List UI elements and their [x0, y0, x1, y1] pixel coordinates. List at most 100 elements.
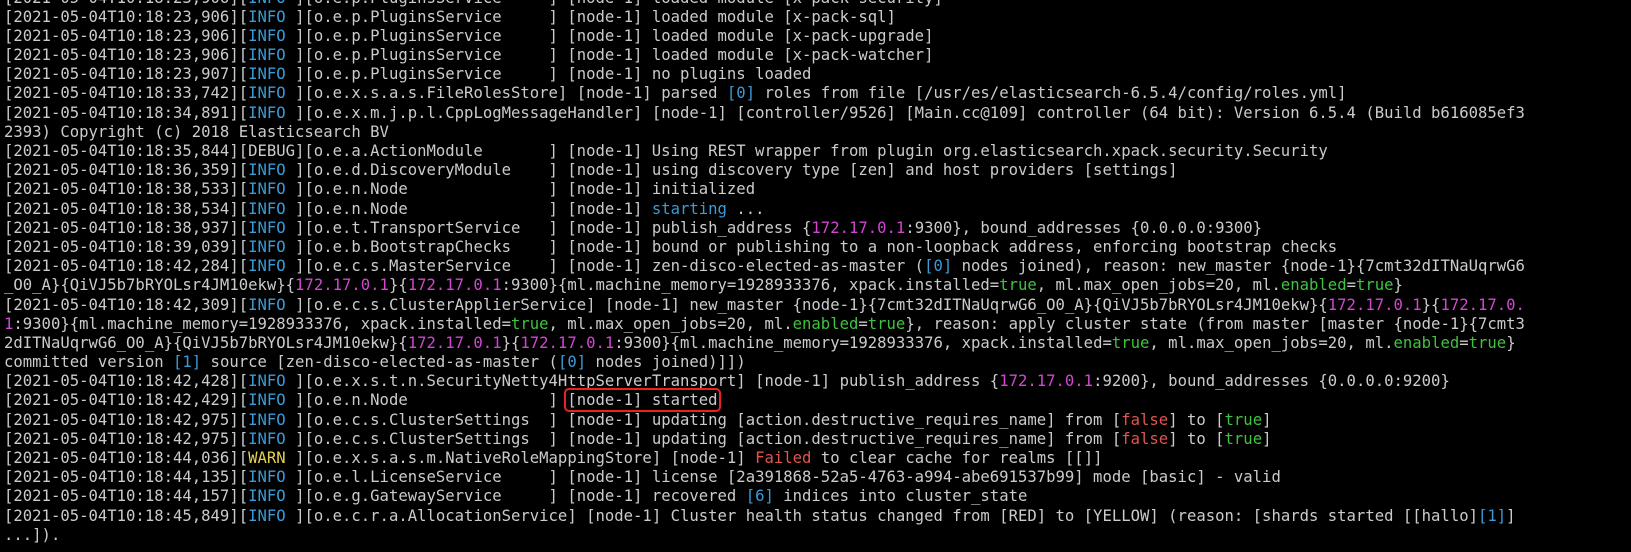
log-segment: }, reason: apply cluster state (from mas… — [905, 314, 1525, 333]
log-segment: INFO — [248, 7, 296, 26]
log-segment: [2021-05-04T10:18:34,891][ — [4, 103, 249, 122]
log-segment: INFO — [248, 487, 296, 506]
log-segment: [2021-05-04T10:18:36,359][ — [4, 161, 249, 180]
log-segment: enabled — [1393, 333, 1460, 352]
log-segment: INFO — [248, 391, 296, 410]
log-segment: ][o.e.x.s.t.n.SecurityNetty4HttpServerTr… — [295, 372, 1000, 391]
log-segment: 172.17.0.1 — [407, 333, 502, 352]
log-segment: [2021-05-04T10:18:38,937][ — [4, 218, 249, 237]
log-segment: INFO — [248, 257, 296, 276]
log-segment: ] — [1262, 410, 1272, 429]
log-segment: [2021-05-04T10:18:33,742][ — [4, 84, 249, 103]
log-line: [2021-05-04T10:18:42,975][INFO ][o.e.c.s… — [4, 430, 1525, 449]
log-segment: :9200}, bound_addresses {0.0.0.0:9200} — [1093, 372, 1450, 391]
log-segment: source [zen-disco-elected-as-master ( — [201, 353, 558, 372]
log-line: [2021-05-04T10:18:44,157][INFO ][o.e.g.G… — [4, 487, 1525, 506]
log-segment: INFO — [248, 161, 296, 180]
log-line: [2021-05-04T10:18:23,906][INFO ][o.e.p.P… — [4, 0, 1525, 8]
log-segment: [0] — [924, 257, 953, 276]
log-segment: [2021-05-04T10:18:42,975][ — [4, 410, 249, 429]
log-segment: ][o.e.x.s.a.s.m.NativeRoleMappingStore] … — [295, 449, 756, 467]
log-segment: = — [1459, 333, 1469, 352]
log-segment: ][o.e.b.BootstrapChecks ] [node-1] bound… — [295, 237, 1338, 256]
log-segment: ][o.e.p.PluginsService ] [node-1] loaded… — [295, 0, 943, 7]
terminal-window[interactable]: [2021-05-04T10:18:23,906][INFO ][o.e.p.P… — [0, 0, 1631, 552]
log-segment: [2021-05-04T10:18:38,533][ — [4, 180, 249, 199]
log-segment: enabled — [792, 314, 859, 333]
log-segment: INFO — [248, 372, 296, 391]
log-line: [2021-05-04T10:18:23,906][INFO ][o.e.p.P… — [4, 46, 1525, 65]
log-line: [2021-05-04T10:18:44,036][WARN ][o.e.x.s… — [4, 449, 1525, 468]
log-segment: ][o.e.n.Node ] [node-1] initialized — [295, 180, 756, 199]
log-segment: }{ — [501, 333, 521, 352]
log-segment: INFO — [248, 65, 296, 84]
log-segment: [2021-05-04T10:18:44,036][ — [4, 449, 249, 467]
log-segment: ][o.e.t.TransportService ] [node-1] publ… — [295, 218, 812, 237]
log-segment: 172.17.0. — [1440, 295, 1525, 314]
log-output: [2021-05-04T10:18:23,906][INFO ][o.e.p.P… — [4, 0, 1525, 545]
log-segment: true — [1111, 333, 1150, 352]
log-segment: [2021-05-04T10:18:23,906][ — [4, 26, 249, 45]
log-segment: [2021-05-04T10:18:35,844][DEBUG][o.e.a.A… — [4, 142, 1328, 160]
log-segment: ][o.e.x.m.j.p.l.CppLogMessageHandler] [n… — [295, 103, 1525, 122]
log-segment: [6] — [745, 487, 774, 506]
log-segment: INFO — [248, 237, 296, 256]
log-segment: ][o.e.c.s.ClusterSettings ] [node-1] upd… — [295, 429, 1122, 448]
log-segment: INFO — [248, 295, 296, 314]
log-segment: 2393) Copyright (c) 2018 Elasticsearch B… — [4, 122, 389, 141]
log-segment: ][o.e.g.GatewayService ] [node-1] recove… — [295, 487, 746, 506]
log-line: [2021-05-04T10:18:23,906][INFO ][o.e.p.P… — [4, 27, 1525, 46]
log-segment: [2021-05-04T10:18:39,039][ — [4, 237, 249, 256]
log-line: [2021-05-04T10:18:34,891][INFO ][o.e.x.m… — [4, 104, 1525, 123]
log-line: [2021-05-04T10:18:42,429][INFO ][o.e.n.N… — [4, 388, 1525, 413]
log-segment: :9300}, bound_addresses {0.0.0.0:9300} — [905, 218, 1263, 237]
log-segment: , ml.max_open_jobs=20, ml. — [548, 314, 793, 333]
log-line: [2021-05-04T10:18:23,907][INFO ][o.e.p.P… — [4, 65, 1525, 84]
log-line: 2dITNaUqrwG6_O0_A}{QiVJ5b7bRYOLsr4JM10ek… — [4, 334, 1525, 353]
log-line: [2021-05-04T10:18:36,359][INFO ][o.e.d.D… — [4, 161, 1525, 180]
log-line: [2021-05-04T10:18:38,533][INFO ][o.e.n.N… — [4, 180, 1525, 199]
log-line: 2393) Copyright (c) 2018 Elasticsearch B… — [4, 123, 1525, 142]
log-segment: to clear cache for realms [[]] — [811, 449, 1103, 467]
log-segment: [2021-05-04T10:18:42,284][ — [4, 257, 249, 276]
log-line: [2021-05-04T10:18:38,534][INFO ][o.e.n.N… — [4, 200, 1525, 219]
log-segment: Failed — [755, 449, 812, 467]
log-line: [2021-05-04T10:18:33,742][INFO ][o.e.x.s… — [4, 84, 1525, 103]
log-segment: [2021-05-04T10:18:42,429][ — [4, 391, 249, 410]
log-segment: INFO — [248, 199, 296, 218]
log-segment: ] to [ — [1168, 429, 1225, 448]
log-segment: ][o.e.d.DiscoveryModule ] [node-1] using… — [295, 161, 1178, 180]
log-segment: [0] — [726, 84, 756, 103]
log-segment: = — [1346, 276, 1356, 295]
log-line: [2021-05-04T10:18:42,428][INFO ][o.e.x.s… — [4, 372, 1525, 391]
log-line: [2021-05-04T10:18:38,937][INFO ][o.e.t.T… — [4, 219, 1525, 238]
log-line: [2021-05-04T10:18:42,284][INFO ][o.e.c.s… — [4, 257, 1525, 276]
highlighted-log-text: [node-1] started — [564, 388, 721, 413]
log-segment: 172.17.0.1 — [520, 333, 615, 352]
log-line: [2021-05-04T10:18:44,135][INFO ][o.e.l.L… — [4, 468, 1525, 487]
log-segment: ... — [726, 199, 765, 218]
log-segment: ] — [1262, 429, 1272, 448]
log-segment: ][o.e.l.LicenseService ] [node-1] licens… — [295, 468, 1281, 487]
log-segment: [2021-05-04T10:18:38,534][ — [4, 199, 249, 218]
log-segment: }{ — [388, 276, 408, 295]
log-segment: [2021-05-04T10:18:23,907][ — [4, 65, 249, 84]
log-segment: INFO — [248, 468, 296, 487]
log-segment: INFO — [248, 506, 296, 525]
log-segment: INFO — [248, 218, 296, 237]
log-segment: :9300}{ml.machine_memory=1928933376, xpa… — [13, 314, 511, 333]
log-segment: INFO — [248, 410, 296, 429]
log-segment: [2021-05-04T10:18:23,906][ — [4, 7, 249, 26]
log-segment: 172.17.0.1 — [407, 276, 502, 295]
log-segment: [0] — [557, 353, 587, 372]
log-segment: ] to [ — [1168, 410, 1225, 429]
log-segment: } — [1393, 276, 1403, 295]
log-segment: [2021-05-04T10:18:42,975][ — [4, 429, 249, 448]
log-line: [2021-05-04T10:18:45,849][INFO ][o.e.c.r… — [4, 507, 1525, 526]
log-segment: nodes joined), reason: new_master {node-… — [952, 257, 1525, 276]
log-segment: ][o.e.x.s.a.s.FileRolesStore] [node-1] p… — [295, 84, 727, 103]
log-segment: [2021-05-04T10:18:42,428][ — [4, 372, 249, 391]
log-segment: } — [1506, 333, 1516, 352]
log-segment: ][o.e.p.PluginsService ] [node-1] loaded… — [295, 7, 896, 26]
log-segment: ][o.e.c.r.a.AllocationService] [node-1] … — [295, 506, 1478, 525]
